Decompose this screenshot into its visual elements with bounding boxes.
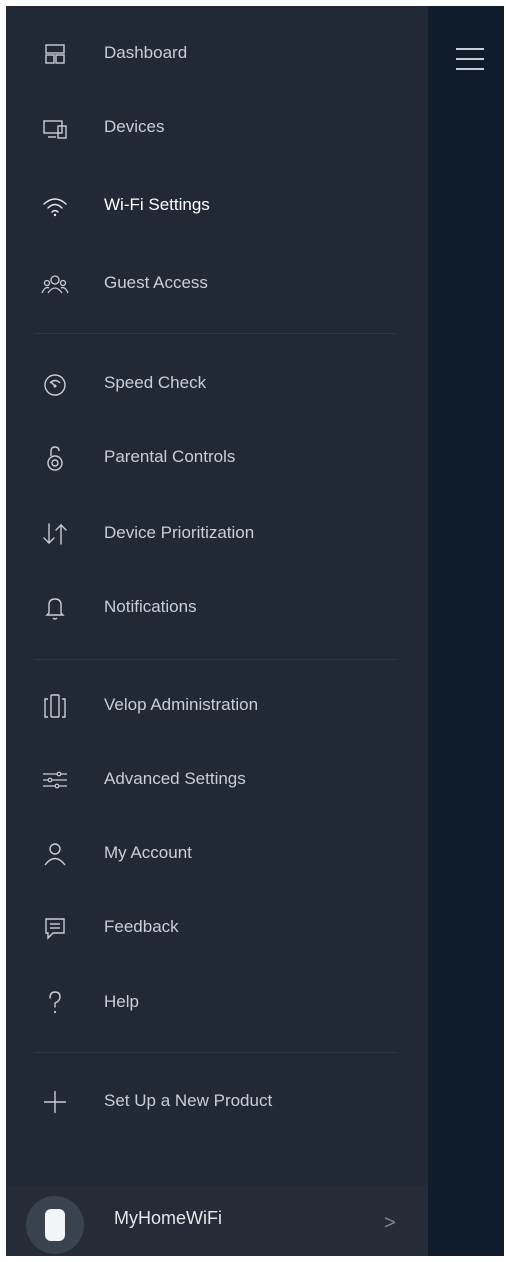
menu-label: Speed Check — [104, 373, 207, 392]
speedometer-icon — [40, 369, 70, 399]
network-avatar — [26, 1196, 84, 1254]
menu-item-velop-administration[interactable]: Velop Administration — [6, 676, 428, 736]
wifi-icon — [40, 191, 70, 221]
navigation-drawer: Dashboard Devices Wi-Fi Settings Guest A… — [6, 6, 428, 1256]
menu-item-devices[interactable]: Devices — [6, 98, 428, 158]
user-icon — [40, 839, 70, 869]
menu-item-my-account[interactable]: My Account — [6, 824, 428, 884]
chat-icon — [40, 913, 70, 943]
menu-label: Set Up a New Product — [104, 1091, 273, 1110]
menu-label: Help — [104, 992, 139, 1011]
menu-item-dashboard[interactable]: Dashboard — [6, 24, 428, 84]
hamburger-menu-icon[interactable] — [454, 46, 486, 72]
lock-icon — [40, 443, 70, 473]
app-frame: Dashboard Devices Wi-Fi Settings Guest A… — [6, 6, 504, 1256]
priority-arrows-icon — [40, 519, 70, 549]
menu-label: Velop Administration — [104, 695, 259, 714]
velop-nodes-icon — [40, 691, 70, 721]
menu-label: Feedback — [104, 917, 179, 936]
menu-divider — [34, 333, 396, 334]
menu-item-feedback[interactable]: Feedback — [6, 898, 428, 958]
menu-item-help[interactable]: Help — [6, 973, 428, 1033]
menu-item-advanced-settings[interactable]: Advanced Settings — [6, 750, 428, 810]
menu-label: Device Prioritization — [104, 523, 255, 542]
menu-label: Parental Controls — [104, 447, 236, 466]
menu-label: My Account — [104, 843, 192, 862]
network-selector[interactable]: MyHomeWiFi > — [6, 1186, 428, 1256]
dashboard-icon — [40, 39, 70, 69]
menu-item-speed-check[interactable]: Speed Check — [6, 354, 428, 414]
menu-item-guest-access[interactable]: Guest Access — [6, 254, 428, 314]
menu-divider — [34, 1052, 396, 1053]
menu-divider — [34, 659, 396, 660]
network-name: MyHomeWiFi — [114, 1208, 222, 1228]
velop-node-icon — [45, 1209, 65, 1241]
menu-label: Advanced Settings — [104, 769, 246, 788]
plus-icon — [40, 1087, 70, 1117]
menu-item-set-up-new-product[interactable]: Set Up a New Product — [6, 1072, 428, 1132]
content-panel — [428, 6, 504, 1256]
menu-label: Dashboard — [104, 43, 188, 62]
menu-item-parental-controls[interactable]: Parental Controls — [6, 428, 428, 488]
sliders-icon — [40, 765, 70, 795]
chevron-right-icon: > — [384, 1212, 396, 1234]
menu-item-device-prioritization[interactable]: Device Prioritization — [6, 504, 428, 564]
help-icon — [40, 988, 70, 1018]
bell-icon — [40, 593, 70, 623]
menu-item-notifications[interactable]: Notifications — [6, 578, 428, 638]
menu-label: Guest Access — [104, 273, 208, 292]
guest-access-icon — [40, 269, 70, 299]
menu-label: Notifications — [104, 597, 197, 616]
menu-label: Wi-Fi Settings — [104, 195, 210, 214]
menu-item-wifi-settings[interactable]: Wi-Fi Settings — [6, 176, 428, 236]
devices-icon — [40, 113, 70, 143]
menu-label: Devices — [104, 117, 165, 136]
